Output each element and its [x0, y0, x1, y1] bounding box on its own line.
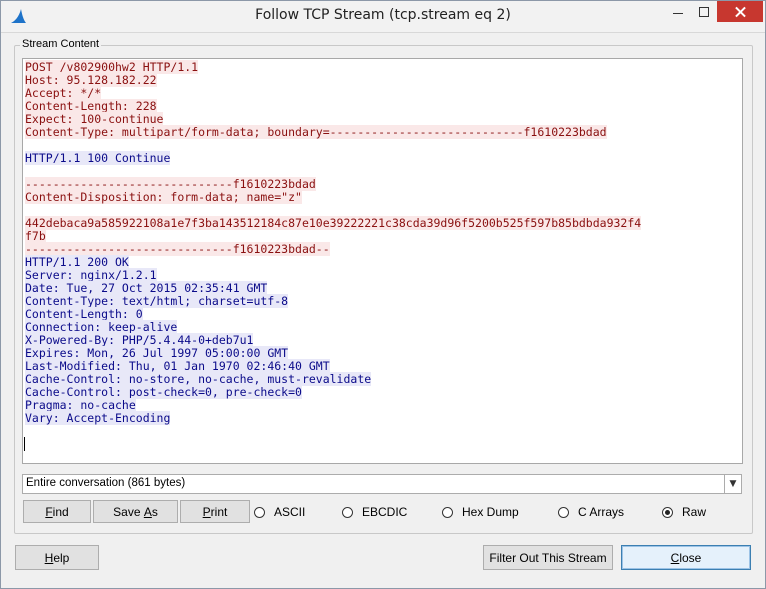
print-button[interactable]: Print — [180, 500, 250, 523]
stream-line-text: Content-Length: 0 — [25, 307, 143, 321]
stream-line-text: Host: 95.128.182.22 — [25, 73, 157, 87]
follow-tcp-stream-window: Follow TCP Stream (tcp.stream eq 2) Stre… — [0, 0, 766, 589]
stream-line-text: Content-Type: text/html; charset=utf-8 — [25, 294, 289, 308]
stream-line-text: Pragma: no-cache — [25, 398, 136, 412]
stream-line-text: POST /v802900hw2 HTTP/1.1 — [25, 60, 199, 74]
help-button-label: elp — [53, 550, 70, 565]
radio-c-arrays-circle[interactable] — [558, 506, 569, 518]
stream-line-text: 442debaca9a585922108a1e7f3ba143512184c87… — [25, 216, 642, 230]
stream-line-text: HTTP/1.1 200 OK — [25, 255, 129, 269]
radio-ebcdic-circle[interactable] — [342, 506, 353, 518]
client-line: Content-Type: multipart/form-data; bound… — [25, 125, 740, 139]
stream-line-text: X-Powered-By: PHP/5.4.44-0+deb7u1 — [25, 333, 254, 347]
filter-out-stream-button-label: Filter Out This Stream — [489, 550, 607, 565]
server-line: HTTP/1.1 100 Continue — [25, 151, 740, 165]
minimize-button[interactable] — [661, 1, 695, 23]
stream-line-text: f7b — [25, 229, 46, 243]
maximize-button[interactable] — [691, 1, 717, 23]
stream-line-text: Date: Tue, 27 Oct 2015 02:35:41 GMT — [25, 281, 268, 295]
find-button[interactable]: Find — [23, 500, 91, 523]
radio-ebcdic-label: EBCDIC — [362, 505, 408, 519]
help-button-accel: H — [44, 550, 54, 565]
stream-line-text: Last-Modified: Thu, 01 Jan 1970 02:46:40… — [25, 359, 330, 373]
radio-raw-circle[interactable] — [662, 506, 673, 518]
stream-lines: POST /v802900hw2 HTTP/1.1 Host: 95.128.18… — [25, 60, 740, 425]
radio-hex-dump-label: Hex Dump — [462, 505, 519, 519]
help-button[interactable]: Help — [15, 545, 99, 570]
radio-hex-dump-circle[interactable] — [442, 506, 453, 518]
save-as-button-label: s — [151, 504, 158, 519]
stream-line-text: ------------------------------f1610223bd… — [25, 242, 330, 256]
filter-out-stream-button[interactable]: Filter Out This Stream — [483, 545, 613, 570]
conversation-select[interactable]: Entire conversation (861 bytes) ▼ — [22, 474, 742, 494]
stream-line-text: Content-Length: 228 — [25, 99, 157, 113]
text-caret — [24, 437, 25, 451]
print-button-label: rint — [210, 504, 228, 519]
radio-raw-label: Raw — [682, 505, 707, 519]
stream-line-text: Accept: */* — [25, 86, 102, 100]
window-title: Follow TCP Stream (tcp.stream eq 2) — [255, 7, 511, 23]
radio-raw[interactable]: Raw — [662, 504, 706, 520]
close-button[interactable]: Close — [621, 545, 751, 570]
radio-ascii-circle[interactable] — [254, 506, 265, 518]
title-bar[interactable]: Follow TCP Stream (tcp.stream eq 2) — [1, 1, 765, 33]
radio-ascii-label: ASCII — [274, 505, 306, 519]
find-button-label: ind — [52, 504, 69, 519]
stream-line-text: Vary: Accept-Encoding — [25, 411, 171, 425]
stream-line-text: Expires: Mon, 26 Jul 1997 05:00:00 GMT — [25, 346, 289, 360]
chevron-down-icon[interactable]: ▼ — [724, 475, 741, 493]
stream-line-text: Cache-Control: post-check=0, pre-check=0 — [25, 385, 302, 399]
stream-line-text: Cache-Control: no-store, no-cache, must-… — [25, 372, 372, 386]
conversation-select-value: Entire conversation (861 bytes) — [26, 477, 186, 489]
radio-hex-dump[interactable]: Hex Dump — [442, 504, 519, 520]
stream-line-text: Connection: keep-alive — [25, 320, 178, 334]
stream-line-text: Content-Type: multipart/form-data; bound… — [25, 125, 607, 139]
stream-line-text: HTTP/1.1 100 Continue — [25, 151, 171, 165]
client-line: 442debaca9a585922108a1e7f3ba143512184c87… — [25, 216, 740, 230]
client-line: Content-Disposition: form-data; name="z" — [25, 190, 740, 204]
client-line: Host: 95.128.182.22 — [25, 73, 740, 87]
server-line: Vary: Accept-Encoding — [25, 411, 740, 425]
radio-ascii[interactable]: ASCII — [254, 504, 305, 520]
stream-line-text: Server: nginx/1.2.1 — [25, 268, 157, 282]
find-button-accel: F — [45, 504, 53, 519]
stream-content-label: Stream Content — [20, 38, 102, 50]
radio-c-arrays-label: C Arrays — [578, 505, 625, 519]
close-button-label: lose — [679, 550, 702, 565]
close-button-accel: C — [670, 550, 680, 565]
stream-line-text: Content-Disposition: form-data; name="z" — [25, 190, 302, 204]
stream-line-text: Expect: 100-continue — [25, 112, 164, 126]
save-as-button-label-pre: Save — [113, 504, 144, 519]
stream-line-text: ------------------------------f1610223bd… — [25, 177, 316, 191]
save-as-button[interactable]: Save As — [93, 500, 178, 523]
print-button-accel: P — [202, 504, 211, 519]
stream-text-area[interactable]: POST /v802900hw2 HTTP/1.1 Host: 95.128.18… — [22, 58, 743, 464]
save-as-button-accel: A — [143, 504, 152, 519]
radio-ebcdic[interactable]: EBCDIC — [342, 504, 407, 520]
radio-c-arrays[interactable]: C Arrays — [558, 504, 624, 520]
window-close-button[interactable] — [717, 1, 763, 22]
client-line: ------------------------------f1610223bd… — [25, 242, 740, 256]
